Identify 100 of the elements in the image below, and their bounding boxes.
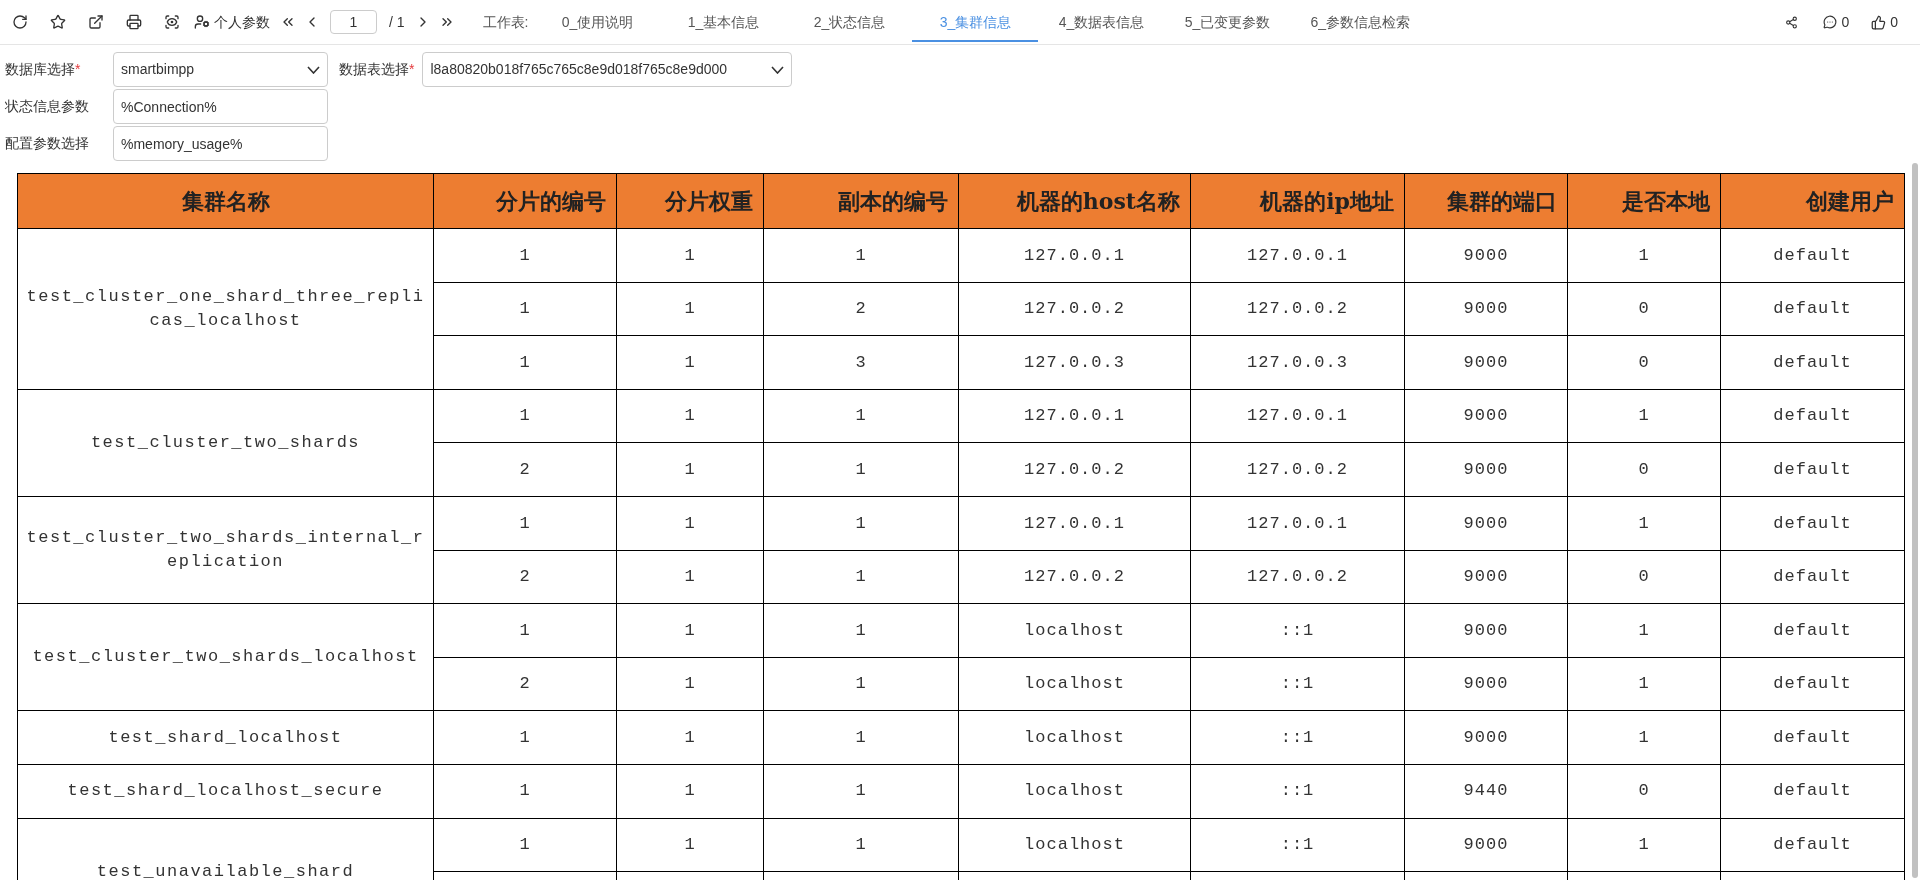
table-cell: 1 (433, 603, 617, 658)
table-cell: 1 (616, 282, 764, 336)
table-cell: 1 (433, 764, 617, 819)
column-header: 副本的编号 (763, 173, 959, 229)
sheet-label: 工作表: (482, 12, 529, 32)
select-field[interactable]: smartbimpp (113, 52, 328, 87)
table-cell: 1 (616, 657, 764, 711)
table-cell: default (1720, 282, 1905, 336)
cluster-name-cell: test_shard_localhost (17, 710, 434, 765)
table-cell: default (1720, 228, 1905, 283)
table-cell: 9000 (1404, 335, 1568, 390)
refresh-icon[interactable] (10, 12, 30, 32)
sheet-tab[interactable]: 2_状态信息 (786, 4, 913, 42)
table-cell: 0 (1567, 764, 1721, 819)
table-cell: 127.0.0.3 (958, 335, 1191, 390)
table-cell: 1 (433, 818, 617, 872)
table-cell: 1 (763, 550, 959, 604)
table-cell: 2 (433, 550, 617, 604)
table-cell: default (1720, 818, 1905, 872)
table-cell: 1 (433, 496, 617, 551)
cluster-name-cell: test_shard_localhost_secure (17, 764, 434, 819)
table-cell: 1 (763, 603, 959, 658)
table-cell: ::1 (1190, 818, 1405, 872)
table-cell: localhost (958, 818, 1191, 872)
table-cell: default (1720, 335, 1905, 390)
table-cell: 1 (763, 710, 959, 765)
column-header: 集群的端口 (1404, 173, 1568, 229)
table-cell: 1 (1567, 228, 1721, 283)
table-cell: 127.0.0.3 (1190, 335, 1405, 390)
table-cell: 0 (1567, 282, 1721, 336)
column-header: 创建用户 (1720, 173, 1905, 229)
table-cell: 1 (433, 710, 617, 765)
cluster-name-cell: test_cluster_two_shards_internal_replication (17, 496, 434, 604)
table-cell: 0 (1567, 550, 1721, 604)
table-cell: 9000 (1404, 550, 1568, 604)
table-cell: 1 (763, 764, 959, 819)
table-cell: localhost (958, 657, 1191, 711)
print-icon[interactable] (124, 12, 144, 32)
cluster-name-cell: test_unavailable_shard (17, 818, 434, 880)
table-cell: default (1720, 550, 1905, 604)
table-cell: localhost (958, 603, 1191, 658)
table-cell: 9000 (1404, 603, 1568, 658)
table-cell: 1 (1567, 389, 1721, 443)
star-icon[interactable] (48, 12, 68, 32)
table-cell: 9000 (1404, 228, 1568, 283)
sheet-tab[interactable]: 0_使用说明 (534, 4, 661, 42)
filter-label: 数据表选择 (339, 60, 409, 79)
table-cell: 3 (763, 335, 959, 390)
comments-button[interactable]: 0 (1823, 11, 1850, 33)
text-field[interactable]: %memory_usage% (113, 126, 328, 161)
table-cell: 9440 (1404, 764, 1568, 819)
likes-button[interactable]: 0 (1871, 11, 1898, 33)
sheet-tab[interactable]: 5_已变更参数 (1164, 4, 1291, 42)
table-cell: 1 (763, 389, 959, 443)
table-cell: 1 (616, 550, 764, 604)
table-cell: default (1720, 442, 1905, 497)
cluster-name-cell: test_cluster_one_shard_three_replicas_localhost (17, 228, 434, 390)
table-cell: 1 (616, 603, 764, 658)
table-cell: 1 (763, 442, 959, 497)
sheet-tab[interactable]: 6_参数信息检索 (1290, 4, 1431, 42)
table-cell: 127.0.0.2 (1190, 550, 1405, 604)
column-header: 是否本地 (1567, 173, 1721, 229)
table-cell: 127.0.0.2 (958, 550, 1191, 604)
table-cell: 1 (763, 496, 959, 551)
table-cell: 9000 (1404, 496, 1568, 551)
sheet-tab[interactable]: 4_数据表信息 (1038, 4, 1165, 42)
text-field[interactable]: %Connection% (113, 89, 328, 124)
table-cell: 9000 (1404, 710, 1568, 765)
sheet-tab[interactable]: 1_基本信息 (660, 4, 787, 42)
table-cell: default (1720, 496, 1905, 551)
table-cell: 0 (1567, 335, 1721, 390)
table-cell: default (1720, 657, 1905, 711)
user-icon (194, 14, 210, 30)
table-cell: ::1 (1190, 764, 1405, 819)
table-cell: 9000 (1404, 389, 1568, 443)
table-cell: 127.0.0.2 (1190, 282, 1405, 336)
table-cell: 127.0.0.1 (1190, 496, 1405, 551)
table-cell: 9000 (1404, 282, 1568, 336)
external-link-icon[interactable] (86, 12, 106, 32)
select-field[interactable]: l8a80820b018f765c765c8e9d018f765c8e9d000 (422, 52, 793, 87)
column-header: 分片的编号 (433, 173, 617, 229)
page-input[interactable]: 1 (330, 10, 377, 34)
table-cell: 0 (1567, 442, 1721, 497)
page-total: / 1 (389, 12, 405, 32)
cluster-name-cell: test_cluster_two_shards_localhost (17, 603, 434, 711)
table-cell: 1 (763, 818, 959, 872)
table-cell: 1 (616, 496, 764, 551)
table-cell: default (1720, 603, 1905, 658)
column-header: 机器的host名称 (958, 173, 1191, 229)
table-cell: 1 (616, 710, 764, 765)
table-cell: 127.0.0.1 (958, 496, 1191, 551)
table-cell: 1 (1567, 818, 1721, 872)
column-header: 机器的ip地址 (1190, 173, 1405, 229)
column-header: 集群名称 (17, 173, 434, 229)
table-cell: 1 (616, 228, 764, 283)
table-cell: 127.0.0.1 (958, 228, 1191, 283)
personal-params-button[interactable]: 个人参数 (194, 11, 270, 33)
table-cell: ::1 (1190, 657, 1405, 711)
scan-eye-icon[interactable] (162, 12, 182, 32)
scrollbar[interactable] (1912, 163, 1918, 878)
